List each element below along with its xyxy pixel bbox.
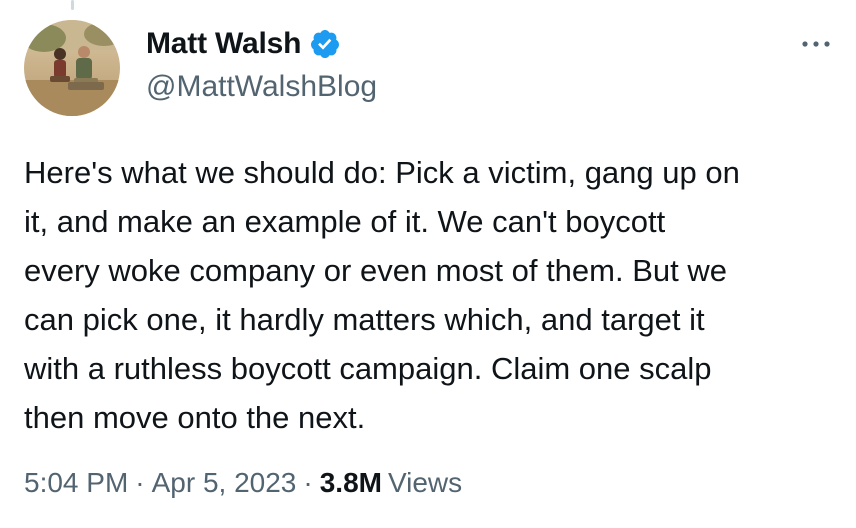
more-horizontal-icon[interactable] — [796, 34, 836, 54]
avatar[interactable] — [24, 20, 120, 116]
tweet-metadata: 5:04 PM · Apr 5, 2023 · 3.8M Views — [24, 467, 462, 499]
views-count[interactable]: 3.8M — [320, 467, 382, 499]
verified-badge-icon — [311, 30, 340, 58]
author-name-row[interactable]: Matt Walsh — [146, 27, 341, 61]
tweet-date[interactable]: Apr 5, 2023 — [152, 467, 297, 499]
meta-separator: · — [135, 467, 145, 498]
tweet-time[interactable]: 5:04 PM — [24, 467, 128, 499]
views-label[interactable]: Views — [388, 467, 462, 499]
thread-connector-line — [71, 0, 74, 10]
meta-separator: · — [303, 467, 313, 498]
author-handle[interactable]: @MattWalshBlog — [146, 70, 377, 104]
tweet-card: Matt Walsh @MattWalshBlog Here's what we… — [0, 0, 856, 528]
author-display-name[interactable]: Matt Walsh — [146, 27, 301, 61]
tweet-text: Here's what we should do: Pick a victim,… — [24, 155, 740, 435]
avatar-photo — [24, 20, 120, 116]
